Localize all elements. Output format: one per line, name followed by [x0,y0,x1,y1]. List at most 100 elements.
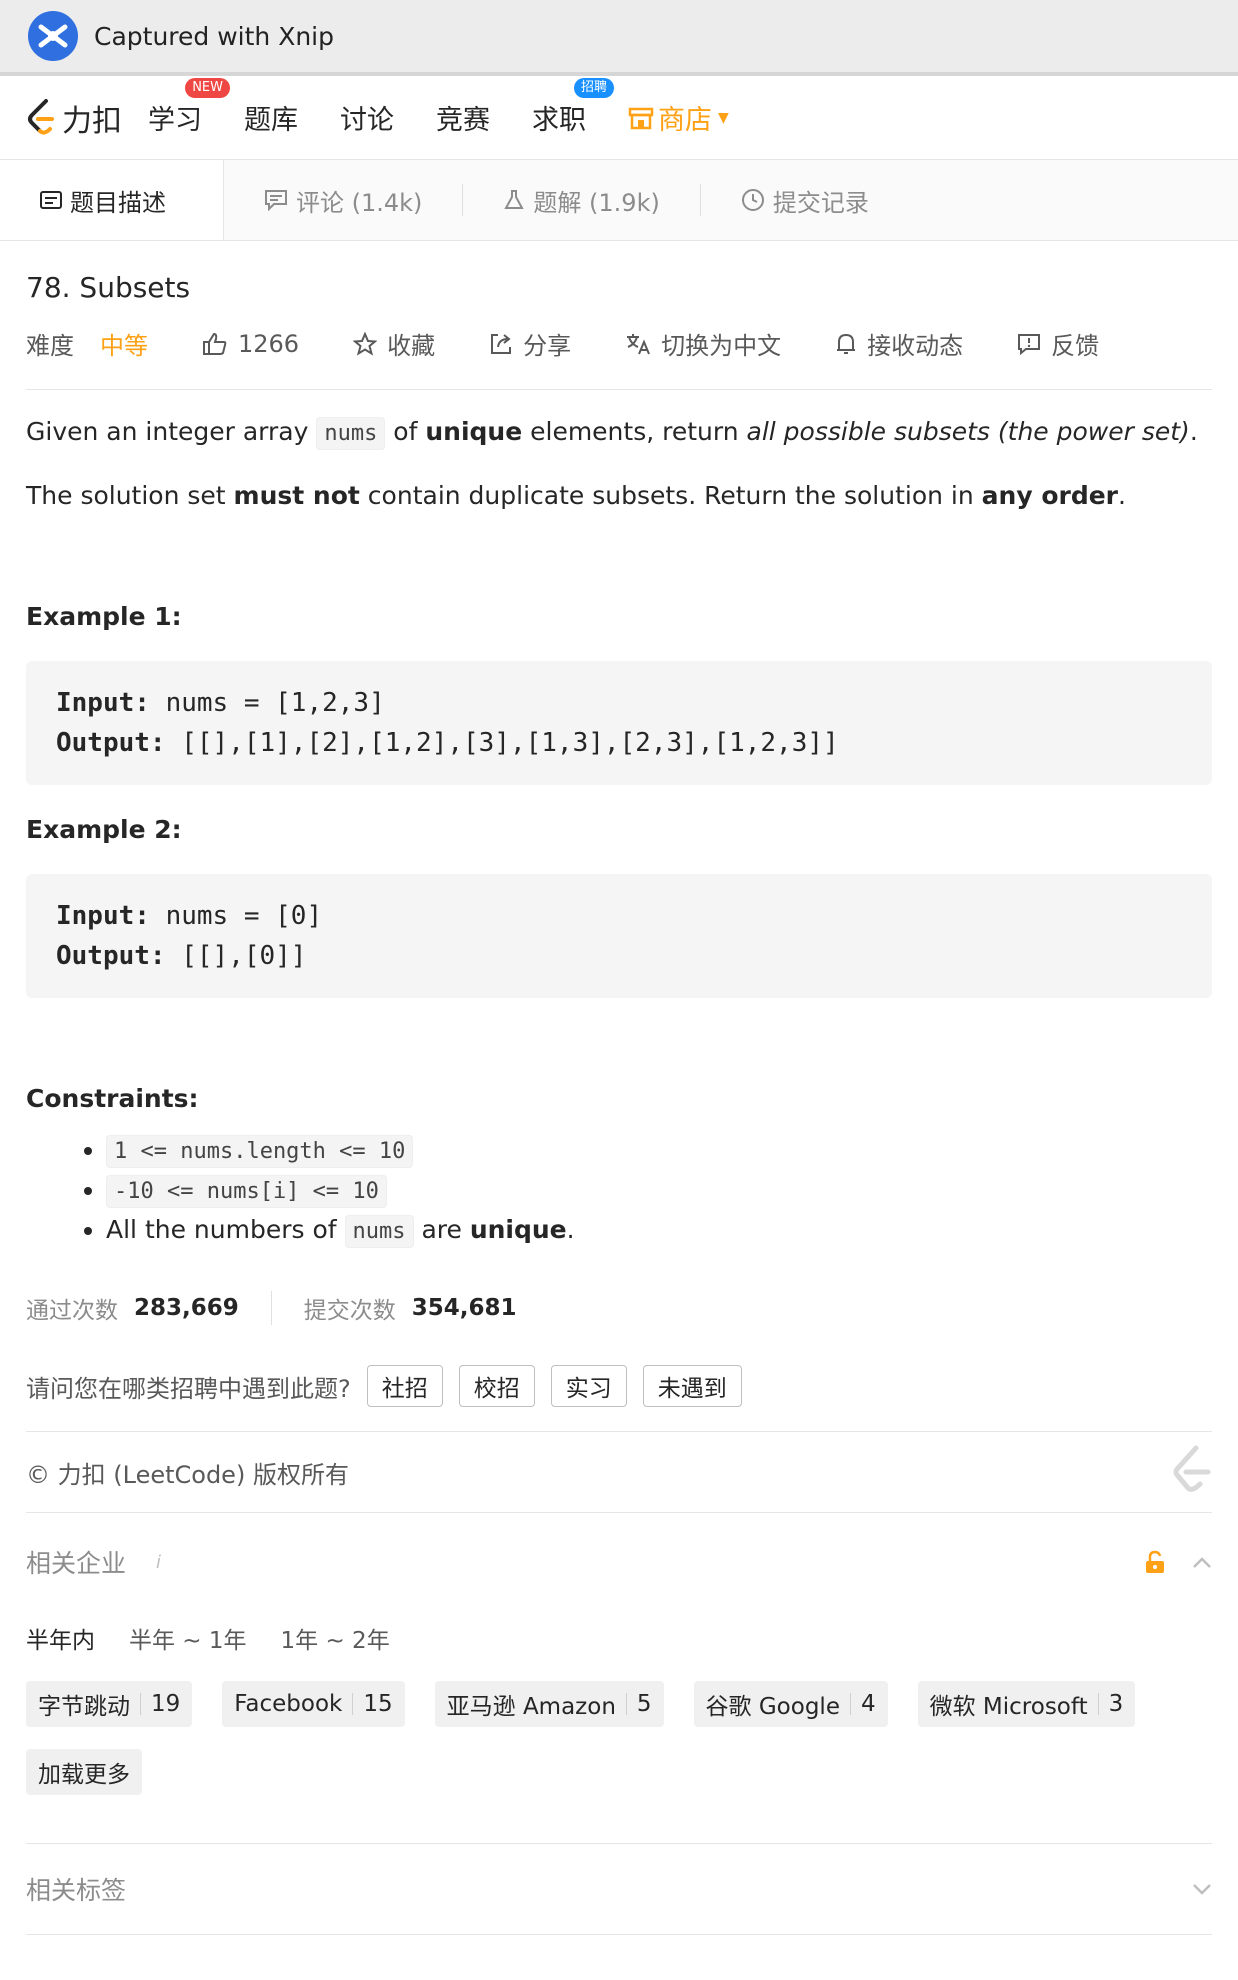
nav-item-discuss[interactable]: 讨论 [340,98,394,137]
nav-item-learn[interactable]: 学习 NEW [148,78,230,137]
accepted-count: 283,669 [134,1295,239,1321]
unlock-icon[interactable] [1144,1550,1166,1574]
tab-solutions[interactable]: 题解 (1.9k) [463,160,699,240]
accepted-label: 通过次数 [26,1298,118,1324]
text: . [1189,417,1198,446]
related-tags-title: 相关标签 [26,1876,127,1905]
company-chip[interactable]: 微软 Microsoft 3 [917,1681,1136,1727]
subscribe-label: 接收动态 [867,332,964,360]
chevron-down-icon[interactable] [1192,1882,1212,1896]
tab-label: 提交记录 [772,188,869,217]
period-option[interactable]: 1年 ~ 2年 [281,1621,390,1655]
survey-option-social[interactable]: 社招 [366,1365,443,1407]
company-chip[interactable]: 谷歌 Google 4 [693,1681,888,1727]
example-block: Input: nums = [1,2,3] Output: [[],[1],[2… [26,661,1212,785]
related-tags-header[interactable]: 相关标签 [26,1843,1212,1935]
load-more-button[interactable]: 加载更多 [26,1749,142,1795]
leetcode-brand[interactable]: 力扣 [26,96,122,140]
interview-survey: 请问您在哪类招聘中遇到此题? 社招 校招 实习 未遇到 [26,1365,1212,1432]
company-count: 15 [363,1691,393,1717]
chip-divider [140,1693,141,1715]
company-chip[interactable]: Facebook 15 [222,1681,405,1727]
input-value: nums = [1,2,3] [165,688,385,718]
chip-divider [1097,1693,1099,1715]
difficulty-value: 中等 [100,332,148,360]
feedback-label: 反馈 [1051,332,1100,360]
tab-label: 评论 (1.4k) [296,188,423,217]
translate-button[interactable]: 切换为中文 [625,326,781,361]
flask-icon [503,189,525,211]
leetcode-watermark-icon [1168,1444,1212,1500]
feedback-icon [1017,332,1041,356]
nav-item-contest[interactable]: 竞赛 [436,98,490,137]
leetcode-logo-icon [26,97,56,139]
tab-description[interactable]: 题目描述 [0,160,224,240]
nav-item-label: 学习 [148,105,202,136]
text: of [385,417,426,446]
favorite-label: 收藏 [387,332,436,360]
like-count: 1266 [238,329,300,358]
text: elements, return [522,417,747,446]
thumbs-up-icon [202,332,228,356]
nav-item-label: 讨论 [340,105,394,136]
text: are [413,1215,470,1244]
subscribe-button[interactable]: 接收动态 [835,326,963,361]
chip-divider [352,1693,354,1715]
constraint-item: -10 <= nums[i] <= 10 [106,1171,1212,1211]
brand-name: 力扣 [62,103,122,139]
company-chip[interactable]: 字节跳动 19 [26,1681,193,1727]
company-count: 3 [1108,1691,1124,1717]
company-count: 4 [860,1691,876,1717]
nav-item-shop[interactable]: 商店 ▼ [628,98,729,137]
period-option[interactable]: 半年 ~ 1年 [129,1621,247,1655]
text: . [1118,481,1126,510]
bold-text: unique [425,417,523,446]
tab-submissions[interactable]: 提交记录 [701,160,909,240]
period-filters: 半年内 半年 ~ 1年 1年 ~ 2年 [26,1621,1212,1655]
example-input-line: Input: nums = [1,2,3] [56,683,1182,723]
section-controls [1144,1550,1212,1574]
xnip-logo-icon [28,11,78,61]
tab-comments[interactable]: 评论 (1.4k) [224,160,462,240]
description-icon [40,190,62,210]
shop-label: 商店 [658,105,712,136]
description-paragraph: The solution set must not contain duplic… [26,476,1212,516]
example-input-line: Input: nums = [0] [56,896,1182,936]
survey-option-campus[interactable]: 校招 [458,1365,535,1407]
copyright-text: © 力扣 (LeetCode) 版权所有 [26,1460,349,1489]
text: Given an integer array [26,417,317,446]
translate-icon [625,332,651,356]
bell-icon [835,332,857,356]
problem-tabs: 题目描述 评论 (1.4k) 题解 (1.9k) 提交记录 [0,160,1238,241]
star-icon [353,331,378,356]
share-button[interactable]: 分享 [489,326,571,361]
example-title: Example 2: [26,815,182,844]
xnip-title: Captured with Xnip [94,21,334,51]
chevron-up-icon[interactable] [1192,1555,1212,1569]
constraint-item: All the numbers of nums are unique. [106,1211,1212,1251]
submitted-count: 354,681 [411,1295,517,1321]
share-label: 分享 [523,332,572,360]
favorite-button[interactable]: 收藏 [353,326,435,361]
problem-content: 78. Subsets 难度 中等 1266 收藏 分享 切换为中文 接收动态 … [0,271,1238,1935]
submission-stats: 通过次数 283,669 提交次数 354,681 [26,1291,1212,1325]
company-name: Facebook [234,1691,343,1717]
period-option[interactable]: 半年内 [26,1621,95,1655]
company-name: 谷歌 Google [705,1694,840,1720]
output-label: Output: [56,941,166,971]
nav-item-jobs[interactable]: 求职 招聘 [532,78,614,137]
stats-divider [270,1291,272,1325]
comment-icon [264,189,288,211]
company-chip[interactable]: 亚马逊 Amazon 5 [434,1681,664,1727]
like-button[interactable]: 1266 [202,330,299,358]
top-nav: 力扣 学习 NEW 题库 讨论 竞赛 求职 招聘 商店 ▼ [0,76,1238,160]
nav-item-problems[interactable]: 题库 [244,98,298,137]
inline-code: 1 <= nums.length <= 10 [106,1135,414,1168]
feedback-button[interactable]: 反馈 [1017,326,1099,361]
output-label: Output: [56,728,166,758]
info-icon[interactable]: i [156,1552,161,1573]
example-block: Input: nums = [0] Output: [[],[0]] [26,874,1212,998]
survey-option-none[interactable]: 未遇到 [642,1365,742,1407]
related-companies-header[interactable]: 相关企业 i [26,1513,1212,1611]
survey-option-intern[interactable]: 实习 [550,1365,627,1407]
